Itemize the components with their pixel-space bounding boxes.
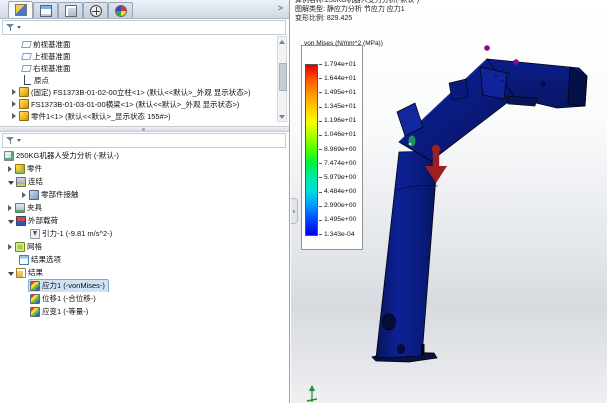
simulation-study-tree: 250KG机器人受力分析 (-默认-) 零件 连结 零部件接触 夹具 (0, 149, 289, 318)
part-icon (19, 87, 29, 97)
study-item-displacement-plot[interactable]: 位移1 (-合位移-) (0, 292, 289, 305)
component-contact-icon (29, 190, 39, 200)
legend-color-bar (305, 64, 318, 236)
legend-value: 2.990e+00 (324, 202, 356, 209)
plane-icon (21, 65, 32, 72)
tree-item-component-beam[interactable]: FS1373B-01-03-01-00横梁<1> (默认<<默认>_外观 显示状… (0, 98, 289, 110)
expand-arrow-icon[interactable] (8, 166, 12, 172)
legend-value: 7.474e+00 (324, 160, 356, 167)
collapse-arrow-icon[interactable] (8, 272, 14, 276)
tree-item-component-column[interactable]: (固定) FS1373B-01-02-00立柱<1> (默认<<默认>_外观 显… (0, 86, 289, 98)
collapse-arrow-icon[interactable] (8, 181, 14, 185)
result-options-icon (19, 255, 29, 265)
study-item-stress-plot[interactable]: 应力1 (-vonMises-) (0, 279, 289, 292)
external-loads-icon (16, 216, 26, 226)
study-icon (4, 151, 14, 161)
study-item-fixtures[interactable]: 夹具 (0, 201, 289, 214)
chevron-down-icon (17, 26, 21, 29)
expand-arrow-icon[interactable] (12, 101, 16, 107)
expand-arrow-icon[interactable] (8, 205, 12, 211)
part-icon (19, 111, 29, 121)
study-item-results[interactable]: 结果 (0, 266, 289, 279)
dimxpert-target-icon (90, 5, 102, 17)
mesh-icon (15, 242, 25, 252)
origin-icon (22, 75, 32, 85)
solidworks-window: > 前视基准面 上视基准面 右视基准面 原点 (0, 0, 607, 403)
scrollbar-thumb[interactable] (279, 63, 287, 91)
remote-point-marker (513, 59, 519, 65)
study-item-mesh[interactable]: 网格 (0, 240, 289, 253)
feature-tree-scrollbar[interactable] (277, 36, 287, 122)
coordinate-triad-icon (307, 385, 317, 402)
displaymanager-sphere-icon (115, 5, 127, 17)
featuremanager-icon (15, 4, 27, 16)
feature-tree-filter[interactable] (2, 20, 286, 35)
gravity-icon (30, 229, 40, 239)
expand-arrow-icon[interactable] (12, 89, 16, 95)
tree-item-component-part1[interactable]: 零件1<1> (默认<<默认>_显示状态 155#>) (0, 110, 289, 122)
selected-item-highlight: 应力1 (-vonMises-) (28, 279, 109, 292)
tab-propertymanager[interactable] (33, 2, 58, 18)
study-item-external-loads[interactable]: 外部载荷 (0, 214, 289, 227)
parts-icon (15, 164, 25, 174)
legend-value: 5.979e+00 (324, 174, 356, 181)
panel-overflow-chevron[interactable]: > (278, 3, 283, 13)
remote-point-marker (484, 45, 490, 51)
plane-icon (21, 41, 32, 48)
scroll-down-arrow[interactable] (278, 112, 286, 121)
scroll-up-arrow[interactable] (278, 37, 286, 46)
legend-value: 1.046e+01 (324, 131, 356, 138)
graphics-viewport[interactable]: 算例名称:250KG机器人受力分析(-默认-) 图解类型: 静应力分析 节应力 … (291, 0, 607, 403)
tab-dimxpertmanager[interactable] (83, 2, 108, 18)
legend-value: 1.343e-04 (324, 231, 355, 238)
chevron-down-icon (17, 139, 21, 142)
stress-plot-icon (30, 281, 40, 291)
study-item-result-options[interactable]: 结果选项 (0, 253, 289, 266)
study-tree-filter[interactable] (2, 133, 286, 148)
tree-item-top-plane[interactable]: 上视基准面 (0, 50, 289, 62)
results-folder-icon (16, 268, 26, 278)
expand-arrow-icon[interactable] (8, 244, 12, 250)
study-root[interactable]: 250KG机器人受力分析 (-默认-) (0, 149, 289, 162)
panel-splitter-handle[interactable] (0, 126, 289, 132)
plane-icon (21, 53, 32, 60)
legend-value: 4.484e+00 (324, 188, 356, 195)
feature-manager-panel: > 前视基准面 上视基准面 右视基准面 原点 (0, 0, 290, 403)
filter-funnel-icon (6, 136, 15, 145)
configurationmanager-icon (65, 5, 77, 17)
legend-value: 1.196e+01 (324, 117, 356, 124)
legend-value: 1.495e+00 (324, 216, 356, 223)
part-icon (19, 99, 29, 109)
tree-item-front-plane[interactable]: 前视基准面 (0, 38, 289, 50)
feature-tree: 前视基准面 上视基准面 右视基准面 原点 (固定) FS1373B-01-02-… (0, 36, 289, 126)
propertymanager-icon (40, 5, 52, 17)
legend-value: 1.495e+01 (324, 89, 356, 96)
study-item-connections[interactable]: 连结 (0, 175, 289, 188)
legend-value: 1.345e+01 (324, 103, 356, 110)
tab-displaymanager[interactable] (108, 2, 133, 18)
expand-arrow-icon[interactable] (12, 113, 16, 119)
collapse-arrow-icon[interactable] (8, 220, 14, 224)
strain-plot-icon (30, 307, 40, 317)
panel-grip-handle[interactable] (291, 198, 298, 224)
tree-item-right-plane[interactable]: 右视基准面 (0, 62, 289, 74)
legend-value: 8.969e+00 (324, 146, 356, 153)
legend-value: 1.644e+01 (324, 75, 356, 82)
fixtures-icon (15, 203, 25, 213)
filter-funnel-icon (6, 23, 15, 32)
expand-arrow-icon[interactable] (22, 192, 26, 198)
study-item-gravity[interactable]: 引力-1 (-9.81 m/s^2-) (0, 227, 289, 240)
study-item-component-contact[interactable]: 零部件接触 (0, 188, 289, 201)
legend-value: 1.794e+01 (324, 61, 356, 68)
tab-configurationmanager[interactable] (58, 2, 83, 18)
displacement-plot-icon (30, 294, 40, 304)
tree-item-origin[interactable]: 原点 (0, 74, 289, 86)
study-item-parts[interactable]: 零件 (0, 162, 289, 175)
panel-tab-bar: > (0, 0, 289, 19)
tab-featuremanager[interactable] (8, 1, 33, 18)
legend-title: von Mises (N/mm^2 (MPa)) (304, 40, 383, 47)
study-item-strain-plot[interactable]: 应变1 (-等量-) (0, 305, 289, 318)
connections-icon (16, 177, 26, 187)
